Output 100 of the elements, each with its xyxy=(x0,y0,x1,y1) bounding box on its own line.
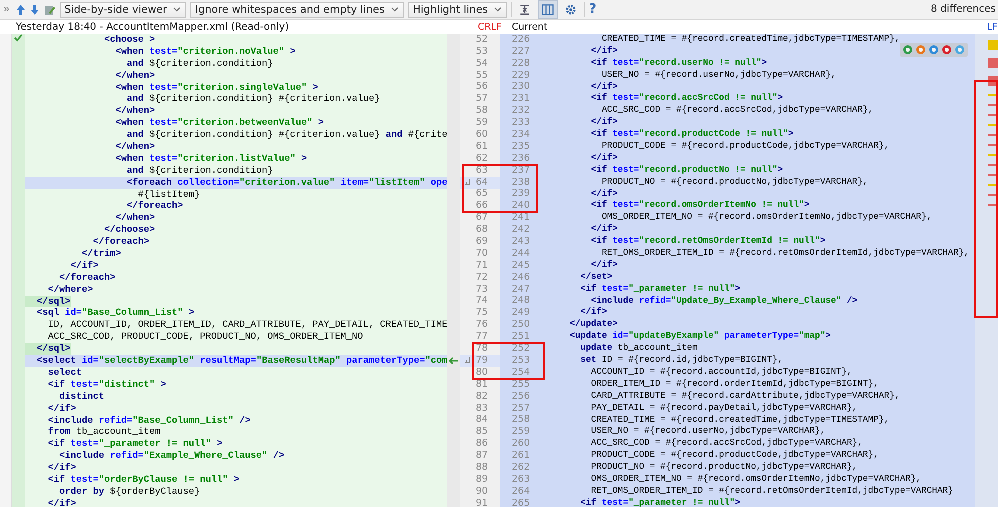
code-line: </when> xyxy=(114,105,156,118)
dropdown[interactable]: Side-by-side viewer xyxy=(60,2,186,18)
code-line: PRODUCT_CODE = #{record.productCode,jdbcType=VARCHAR}, xyxy=(600,141,890,153)
code-line: and ${criterion.condition} xyxy=(126,58,274,70)
code-line: <choose > xyxy=(104,34,156,46)
line-number: 263 xyxy=(512,474,530,484)
code-line: </if> xyxy=(590,117,618,129)
code-line: <if test="orderByClause != null" > xyxy=(47,474,240,486)
code-line: USER_NO = #{record.userNo,jdbcType=VARCHAR}, xyxy=(590,426,826,438)
code-line: OMS_ORDER_ITEM_NO = #{record.omsOrderItemNo,jdbcType=VARCHAR}, xyxy=(590,474,922,486)
code-line: ACC_SRC_COD, PRODUCT_CODE, PRODUCT_NO, OMS_ORDER_ITEM_NO xyxy=(47,331,364,344)
code-line: </foreach> xyxy=(126,200,184,212)
merge-marker-icon[interactable] xyxy=(464,178,472,187)
line-number: 258 xyxy=(512,415,530,424)
line-number: 75 xyxy=(476,308,488,318)
line-number: 234 xyxy=(512,130,530,140)
code-line: and ${criterion.condition} #{criterion.value} xyxy=(126,93,380,106)
dropdown[interactable]: Highlight lines xyxy=(408,2,508,18)
pane-title: Current xyxy=(512,22,548,32)
code-line: ID, ACCOUNT_ID, ORDER_ITEM_ID, CARD_ATTRIBUTE, PAY_DETAIL, CREATED_TIME xyxy=(47,319,447,332)
code-line: PRODUCT_CODE = #{record.productCode,jdbcType=VARCHAR}, xyxy=(590,450,879,462)
line-number: 52 xyxy=(476,34,488,44)
down-arrow-icon[interactable] xyxy=(30,4,40,16)
file-title: Yesterday 18:40 - AccountItemMapper.xml (Read-only) xyxy=(16,22,290,32)
code-line: <when test="criterion.noValue" > xyxy=(114,46,296,58)
merge-marker-icon[interactable] xyxy=(464,357,472,366)
up-arrow-icon[interactable] xyxy=(16,4,26,16)
line-number: 230 xyxy=(512,82,530,92)
line-number: 231 xyxy=(512,94,530,104)
line-separator-label[interactable]: CRLF xyxy=(478,22,502,32)
line-number: 240 xyxy=(512,201,530,210)
line-number: 76 xyxy=(476,320,488,330)
line-number: 233 xyxy=(512,118,530,128)
code-line: <when test="criterion.betweenValue" > xyxy=(114,117,324,130)
code-line: </foreach> xyxy=(92,236,150,248)
code-line: </foreach> xyxy=(58,272,116,284)
code-line: set ID = #{record.id,jdbcType=BIGINT}, xyxy=(580,355,784,367)
columns-icon[interactable] xyxy=(538,0,558,19)
dropdown[interactable]: Ignore whitespaces and empty lines xyxy=(190,2,404,18)
line-number: 68 xyxy=(476,225,488,234)
line-number: 254 xyxy=(512,368,530,377)
left-arrow-icon[interactable] xyxy=(448,357,459,366)
code-line: <if test="_parameter != null"> xyxy=(580,498,740,507)
caret-icon xyxy=(494,6,502,12)
code-line: PRODUCT_NO = #{record.productNo,jdbcType=VARCHAR}, xyxy=(590,462,858,474)
code-line: <when test="criterion.listValue" > xyxy=(114,152,308,165)
line-number: 86 xyxy=(476,439,488,448)
code-line: </where> xyxy=(47,284,94,296)
line-number: 261 xyxy=(512,451,530,460)
code-line: <if test="record.accSrcCod != null"> xyxy=(590,93,784,106)
line-number: 252 xyxy=(512,344,530,354)
line-number: 238 xyxy=(512,178,530,187)
edit-icon[interactable] xyxy=(44,4,56,16)
line-number: 70 xyxy=(476,248,488,258)
line-number: 72 xyxy=(476,272,488,282)
code-line: <if test="record.userNo != null"> xyxy=(590,58,768,70)
code-line: </when> xyxy=(114,212,156,224)
line-number: 71 xyxy=(476,260,488,270)
line-number: 78 xyxy=(476,344,488,354)
line-number: 62 xyxy=(476,154,488,163)
line-number: 59 xyxy=(476,118,488,128)
line-number: 256 xyxy=(512,392,530,401)
line-number: 265 xyxy=(512,498,530,507)
code-line: order by ${orderByClause} xyxy=(58,486,200,498)
code-line: ACC_SRC_COD = #{record.accSrcCod,jdbcType=VARCHAR}, xyxy=(600,105,874,117)
code-line: </when> xyxy=(114,141,156,153)
line-number: 90 xyxy=(476,486,488,496)
code-line: <include refid="Base_Column_List" /> xyxy=(47,414,251,426)
code-line: CREATED_TIME = #{record.createdTime,jdbcType=TIMESTAMP}, xyxy=(590,414,890,426)
line-number: 247 xyxy=(512,284,530,294)
code-line: </if> xyxy=(590,152,618,165)
line-number: 91 xyxy=(476,498,488,507)
code-line: <if test="_parameter != null"> xyxy=(580,284,740,296)
code-line: <update id="updateByExample" parameterType="map"> xyxy=(570,331,831,344)
code-line: <when test="criterion.singleValue" > xyxy=(114,82,318,94)
help-icon[interactable]: ? xyxy=(589,2,597,17)
line-number: 53 xyxy=(476,46,488,56)
line-number: 60 xyxy=(476,130,488,140)
line-number: 243 xyxy=(512,237,530,246)
line-number: 57 xyxy=(476,94,488,104)
code-line: <if test="record.omsOrderItemNo != null"> xyxy=(590,200,810,212)
line-number: 69 xyxy=(476,237,488,246)
code-line: </if> xyxy=(590,46,618,58)
line-number: 87 xyxy=(476,451,488,460)
line-number: 232 xyxy=(512,106,530,116)
code-line: <if test="record.productNo != null"> xyxy=(590,164,784,177)
line-separator-label[interactable]: LF xyxy=(987,22,998,32)
expand-button[interactable]: » xyxy=(2,1,12,18)
code-line: </trim> xyxy=(81,248,122,260)
code-line: ACC_SRC_COD = #{record.accSrcCod,jdbcType=VARCHAR}, xyxy=(590,438,863,450)
line-number: 67 xyxy=(476,213,488,222)
line-number: 65 xyxy=(476,189,488,198)
line-number: 246 xyxy=(512,272,530,282)
line-number: 81 xyxy=(476,380,488,389)
line-number: 228 xyxy=(512,58,530,68)
line-number: 262 xyxy=(512,462,530,472)
code-line: </if> xyxy=(47,402,76,414)
line-number: 248 xyxy=(512,296,530,306)
code-line: </if> xyxy=(47,462,76,474)
caret-icon xyxy=(390,6,399,12)
